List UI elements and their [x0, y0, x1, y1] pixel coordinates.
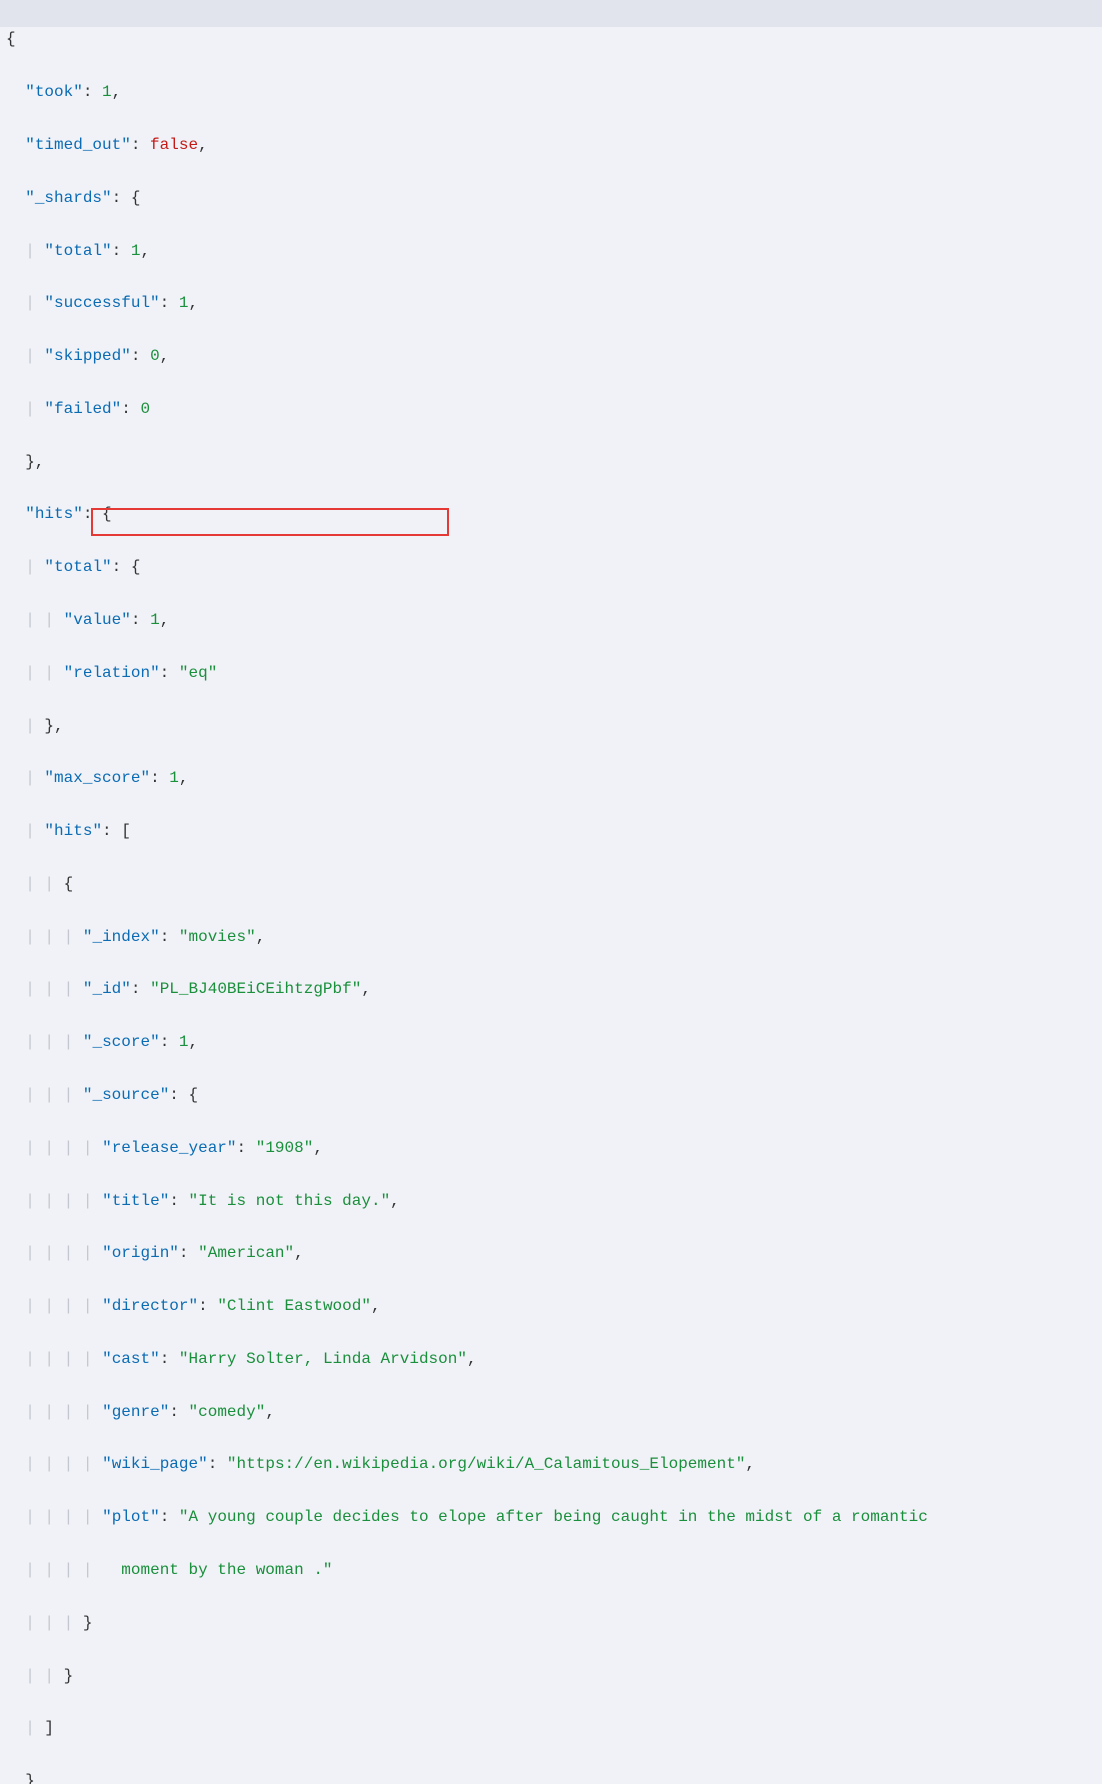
key-shards: _shards	[35, 189, 102, 207]
key-took: took	[35, 83, 73, 101]
key-hits-total: total	[54, 558, 102, 576]
value-origin: American	[208, 1244, 285, 1262]
value-timed-out: false	[150, 136, 198, 154]
value-release-year: 1908	[265, 1139, 303, 1157]
key-cast: cast	[112, 1350, 150, 1368]
key-timed-out: timed_out	[35, 136, 121, 154]
value-cast: Harry Solter, Linda Arvidson	[189, 1350, 458, 1368]
key-score: _score	[92, 1033, 150, 1051]
value-hits-total-relation: eq	[188, 664, 207, 682]
key-hits-total-value: value	[73, 611, 121, 629]
value-hits-total-value: 1	[150, 611, 160, 629]
json-code-block[interactable]: { "took": 1, "timed_out": false, "_shard…	[0, 0, 1102, 1784]
key-index: _index	[92, 928, 150, 946]
key-shards-failed: failed	[54, 400, 112, 418]
value-shards-skipped: 0	[150, 347, 160, 365]
value-genre: comedy	[198, 1403, 256, 1421]
value-shards-failed: 0	[140, 400, 150, 418]
key-release-year: release_year	[112, 1139, 227, 1157]
value-max-score: 1	[169, 769, 179, 787]
value-plot-line2: moment by the woman .	[121, 1561, 323, 1579]
value-plot-line1: A young couple decides to elope after be…	[189, 1508, 928, 1526]
value-director: Clint Eastwood	[227, 1297, 361, 1315]
value-score: 1	[179, 1033, 189, 1051]
value-title: It is not this day.	[198, 1192, 380, 1210]
key-origin: origin	[112, 1244, 170, 1262]
value-id: PL_BJ40BEiCEihtzgPbf	[160, 980, 352, 998]
value-index: movies	[189, 928, 247, 946]
key-title: title	[112, 1192, 160, 1210]
key-plot: plot	[112, 1508, 150, 1526]
json-response-viewer: { "took": 1, "timed_out": false, "_shard…	[0, 0, 1102, 892]
key-hits-total-relation: relation	[73, 664, 150, 682]
key-wiki-page: wiki_page	[112, 1455, 198, 1473]
key-shards-skipped: skipped	[54, 347, 121, 365]
key-hits: hits	[35, 505, 73, 523]
key-hits-array: hits	[54, 822, 92, 840]
key-shards-successful: successful	[54, 294, 150, 312]
value-took: 1	[102, 83, 112, 101]
key-director: director	[112, 1297, 189, 1315]
value-wiki-page: https://en.wikipedia.org/wiki/A_Calamito…	[237, 1455, 736, 1473]
key-shards-total: total	[54, 242, 102, 260]
key-source: _source	[92, 1086, 159, 1104]
key-id: _id	[92, 980, 121, 998]
key-max-score: max_score	[54, 769, 140, 787]
key-genre: genre	[112, 1403, 160, 1421]
